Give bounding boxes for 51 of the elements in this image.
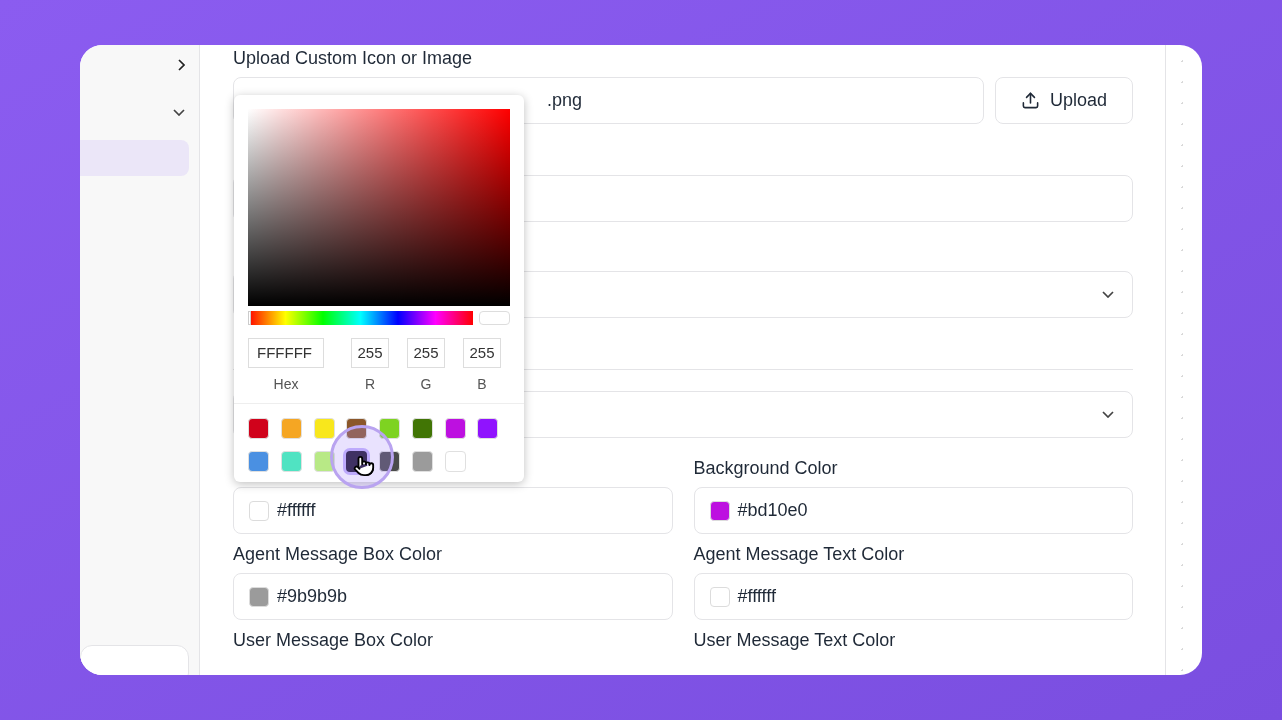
color-swatch[interactable] bbox=[709, 500, 730, 521]
preset-color-swatch[interactable] bbox=[379, 451, 400, 472]
color-value: #bd10e0 bbox=[737, 499, 808, 522]
channel-label: G bbox=[420, 375, 432, 394]
color-field[interactable]: #9b9b9b bbox=[233, 573, 673, 620]
field-label: User Message Text Color bbox=[693, 630, 897, 650]
preset-color-swatch[interactable] bbox=[313, 451, 335, 472]
preset-color-swatch[interactable] bbox=[280, 418, 302, 439]
channel-input[interactable]: 255 bbox=[463, 338, 501, 368]
color-field[interactable]: #bd10e0 bbox=[693, 487, 1133, 534]
color-field[interactable]: #ffffff bbox=[693, 573, 1133, 620]
hue-slider-thumb[interactable] bbox=[248, 311, 251, 325]
field-label: Agent Message Text Color bbox=[693, 544, 906, 564]
color-value: #ffffff bbox=[737, 585, 776, 608]
field-label: Agent Message Box Color bbox=[233, 544, 444, 564]
chevron-down-icon bbox=[1102, 291, 1114, 298]
preset-color-swatch[interactable] bbox=[379, 418, 400, 439]
preset-color-swatch[interactable] bbox=[411, 451, 433, 472]
hex-label: Hex bbox=[273, 375, 299, 394]
color-swatch[interactable] bbox=[709, 586, 730, 607]
preset-color-swatch[interactable] bbox=[248, 451, 269, 472]
preset-color-swatch[interactable] bbox=[346, 418, 368, 439]
chevron-down-icon bbox=[1102, 411, 1114, 418]
preset-color-swatch[interactable] bbox=[411, 418, 433, 439]
channel-label: R bbox=[364, 375, 376, 394]
color-value: #ffffff bbox=[277, 499, 316, 522]
color-swatch[interactable] bbox=[249, 500, 269, 521]
preset-color-swatch[interactable] bbox=[313, 418, 335, 439]
cursor-highlight-ring bbox=[330, 425, 394, 489]
hex-input[interactable]: FFFFFF bbox=[248, 338, 324, 368]
color-preview bbox=[479, 311, 510, 325]
hand-cursor-icon bbox=[353, 455, 375, 477]
chevron-right-icon[interactable] bbox=[178, 59, 185, 71]
preset-color-swatch[interactable] bbox=[248, 418, 269, 439]
color-swatch[interactable] bbox=[249, 586, 269, 607]
upload-icon bbox=[1020, 91, 1040, 110]
preset-color-swatch[interactable] bbox=[477, 418, 499, 439]
preset-color-swatch[interactable] bbox=[444, 418, 466, 439]
color-field[interactable]: #ffffff bbox=[233, 487, 673, 534]
field-label: Upload Custom Icon or Image bbox=[233, 48, 474, 68]
channel-input[interactable]: 255 bbox=[407, 338, 445, 368]
channel-label: B bbox=[477, 375, 487, 394]
field-label: User Message Box Color bbox=[233, 630, 435, 650]
preset-color-swatch[interactable] bbox=[280, 451, 302, 472]
color-value: #9b9b9b bbox=[277, 585, 348, 608]
preset-color-swatch[interactable] bbox=[444, 451, 466, 472]
upload-button[interactable]: Upload bbox=[995, 77, 1133, 124]
channel-input[interactable]: 255 bbox=[351, 338, 389, 368]
saturation-area[interactable] bbox=[248, 109, 510, 306]
field-label: Background Color bbox=[693, 458, 839, 478]
chevron-down-icon[interactable] bbox=[173, 109, 185, 116]
